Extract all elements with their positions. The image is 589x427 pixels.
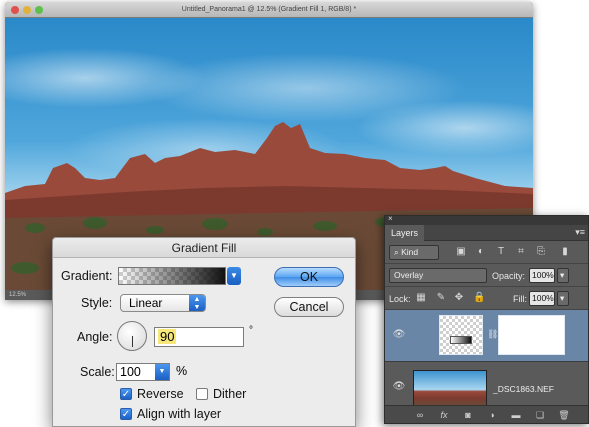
folder-icon[interactable]: ▬: [509, 409, 523, 421]
style-select[interactable]: Linear ▲ ▼: [120, 294, 206, 312]
gradient-fill-thumbnail[interactable]: [439, 315, 483, 355]
angle-label: Angle:: [77, 330, 113, 344]
chain-link-icon[interactable]: ⛓: [487, 329, 498, 340]
angle-value: 90: [158, 329, 177, 344]
filter-row: ⌕ Kind ▣ ◐ T ⌗ ⎘ ▮: [385, 241, 588, 264]
fill-value: 100%: [532, 293, 554, 303]
dither-checkbox[interactable]: [196, 388, 208, 400]
close-panel-icon[interactable]: ×: [388, 214, 393, 223]
dither-label: Dither: [213, 387, 247, 401]
smart-object-filter-icon[interactable]: ⎘: [535, 246, 547, 258]
blend-row: Overlay Opacity: 100% ▾: [385, 264, 588, 287]
gradient-fill-glyph: [450, 336, 472, 344]
lock-position-icon[interactable]: ✥: [453, 292, 465, 304]
panel-menu-icon[interactable]: ▾≡: [575, 227, 585, 238]
angle-unit: °: [249, 325, 253, 336]
visibility-eye-icon[interactable]: 👁: [392, 329, 406, 341]
tab-layers[interactable]: Layers: [385, 225, 425, 241]
lock-transparency-icon[interactable]: ▦: [415, 292, 427, 304]
new-layer-icon[interactable]: ❏: [533, 409, 547, 421]
layers-panel: × Layers ▾≡ ⌕ Kind ▣ ◐ T ⌗ ⎘ ▮ Overlay O…: [384, 214, 589, 424]
lock-label: Lock:: [389, 294, 411, 304]
lock-pixels-icon[interactable]: ✎: [435, 292, 447, 304]
minimize-window-button[interactable]: [23, 6, 31, 14]
close-window-button[interactable]: [11, 6, 19, 14]
filter-kind-value: Kind: [401, 247, 419, 257]
blend-mode-value: Overlay: [394, 270, 424, 280]
gradient-fill-dialog: Gradient Fill Gradient: ▼ Style: Linear …: [52, 237, 356, 427]
opacity-dropdown-icon[interactable]: ▾: [557, 268, 569, 283]
fill-label: Fill:: [513, 294, 527, 304]
panel-tab-row: Layers ▾≡: [385, 225, 588, 241]
fill-input[interactable]: 100%: [529, 291, 555, 306]
fill-dropdown-icon[interactable]: ▾: [557, 291, 569, 306]
zoom-window-button[interactable]: [35, 6, 43, 14]
cancel-button[interactable]: Cancel: [274, 297, 344, 317]
blend-mode-select[interactable]: Overlay: [389, 268, 487, 283]
shape-filter-icon[interactable]: ⌗: [515, 246, 527, 258]
gradient-dropdown-arrow[interactable]: ▼: [227, 267, 241, 285]
adjustment-filter-icon[interactable]: ◐: [475, 246, 487, 258]
pixel-filter-icon[interactable]: ▣: [455, 246, 467, 258]
lock-row: Lock: ▦ ✎ ✥ 🔒 Fill: 100% ▾: [385, 287, 588, 310]
gradient-picker[interactable]: [118, 267, 226, 285]
layer-row-gradient-fill[interactable]: 👁 ⛓: [385, 310, 588, 362]
scale-dropdown-arrow[interactable]: ▼: [155, 364, 169, 380]
style-value: Linear: [129, 296, 163, 310]
opacity-value: 100%: [532, 270, 554, 280]
image-layer-thumbnail[interactable]: [413, 370, 487, 406]
ok-button[interactable]: OK: [274, 267, 344, 287]
angle-dial[interactable]: [117, 321, 147, 351]
reverse-label: Reverse: [137, 387, 184, 401]
filter-kind-select[interactable]: ⌕ Kind: [389, 245, 439, 260]
panel-header: ×: [385, 214, 588, 225]
layer-mask-thumbnail[interactable]: [498, 315, 565, 355]
fx-icon[interactable]: fx: [437, 409, 451, 421]
opacity-input[interactable]: 100%: [529, 268, 555, 283]
align-with-layer-checkbox[interactable]: ✓: [120, 408, 132, 420]
dialog-title: Gradient Fill: [53, 238, 355, 258]
lock-all-icon[interactable]: 🔒: [473, 292, 485, 304]
filter-toggle-icon[interactable]: ▮: [559, 246, 571, 258]
type-filter-icon[interactable]: T: [495, 246, 507, 258]
align-with-layer-label: Align with layer: [137, 407, 222, 421]
reverse-checkbox[interactable]: ✓: [120, 388, 132, 400]
document-title: Untitled_Panorama1 @ 12.5% (Gradient Fil…: [181, 6, 357, 13]
style-label: Style:: [81, 296, 113, 310]
document-titlebar: Untitled_Panorama1 @ 12.5% (Gradient Fil…: [5, 2, 533, 18]
visibility-eye-icon[interactable]: 👁: [392, 381, 406, 393]
opacity-label: Opacity:: [492, 271, 526, 281]
trash-icon[interactable]: 🗑: [557, 409, 571, 421]
link-icon[interactable]: ∞: [413, 409, 427, 421]
scale-input[interactable]: 100 ▼: [116, 363, 170, 381]
angle-input[interactable]: 90: [154, 327, 244, 347]
scale-unit: %: [176, 364, 188, 378]
scale-value: 100: [120, 365, 141, 379]
adjustment-icon[interactable]: ◑: [485, 409, 499, 421]
style-select-arrows-icon: ▲ ▼: [189, 295, 205, 311]
gradient-label: Gradient:: [61, 269, 113, 283]
panel-bottom-toolbar: ∞ fx ◙ ◑ ▬ ❏ 🗑: [385, 405, 588, 423]
layer-name: _DSC1863.NEF: [493, 384, 554, 394]
mask-icon[interactable]: ◙: [461, 409, 475, 421]
scale-label: Scale:: [80, 365, 115, 379]
